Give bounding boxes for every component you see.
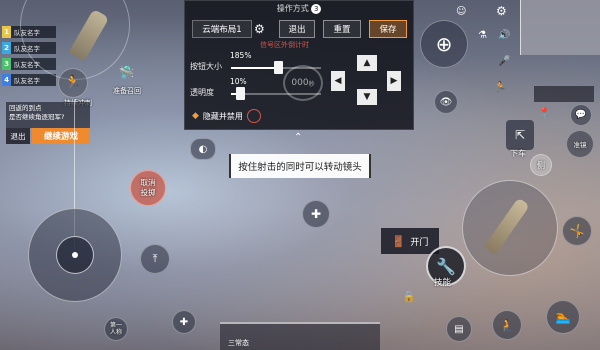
crouch-icon: 🧎 — [499, 318, 515, 332]
gear-icon[interactable]: ⚙ — [496, 4, 507, 18]
team-number: 3 — [2, 58, 11, 70]
first-person-label: 第一 人称 — [109, 321, 122, 336]
prone-button[interactable]: 🤸 — [562, 216, 592, 246]
continue-game-button[interactable]: 继续游戏 — [32, 128, 90, 144]
move-left-button[interactable]: ◀ — [331, 71, 345, 91]
size-slider-thumb[interactable] — [274, 61, 283, 74]
arrow-up-icon: ▲ — [363, 58, 371, 68]
timer-digits: 000 — [291, 78, 309, 88]
timer-unit: 秒 — [308, 80, 315, 88]
chevron-up-icon[interactable]: ⌃ — [294, 132, 302, 143]
arrow-left-icon: ◀ — [334, 76, 342, 86]
panel-step-badge: 3 — [311, 4, 322, 14]
team-name: 队友名字 — [14, 77, 40, 85]
size-label: 按钮大小 — [190, 62, 222, 71]
move-up-button[interactable]: ▲ — [357, 55, 377, 71]
team-number: 4 — [2, 74, 11, 86]
grenade-button[interactable]: ✚ — [172, 310, 196, 334]
team-row: 4 队友名字 — [2, 74, 56, 86]
layout-selector[interactable]: 云端布局1 — [192, 20, 252, 38]
eye-icon: 👁 — [439, 96, 453, 108]
microphone-icon[interactable]: 🎤 — [498, 56, 510, 67]
speaker-icon[interactable]: 🔊 — [498, 30, 510, 41]
opacity-value: 10% — [230, 77, 247, 86]
hide-disable-toggle[interactable]: ◆ 隐藏并禁用 — [192, 109, 261, 123]
move-right-button[interactable]: ▶ — [387, 71, 401, 91]
throwable-icon: ◐ — [198, 143, 208, 155]
control-settings-panel: 操作方式 3 云端布局1 ⚙ 退出 重置 保存 信号区外倒计时 185% 按钮大… — [184, 0, 414, 130]
get-off-label: 下车 — [510, 149, 526, 158]
sprint-button[interactable]: 🏃 — [58, 68, 88, 98]
panel-title-text: 操作方式 — [276, 4, 309, 13]
size-slider-fill — [231, 67, 278, 69]
running-man-icon: 🏃 — [64, 75, 82, 91]
skill-label: 技能 — [434, 278, 452, 288]
plus-icon: ✚ — [310, 207, 322, 221]
team-number: 2 — [2, 42, 11, 54]
reset-button[interactable]: 重置 — [323, 20, 361, 38]
panel-exit-button[interactable]: 退出 — [279, 20, 315, 38]
door-exit-icon: ⇱ — [514, 128, 526, 142]
prone-action-button[interactable]: 🏊 — [546, 300, 580, 334]
save-button[interactable]: 保存 — [369, 20, 407, 38]
crouch-button[interactable]: ⤒ — [140, 244, 170, 274]
cancel-throw-label: 取消 投掷 — [140, 178, 156, 197]
location-pin-icon[interactable]: 📍 — [538, 108, 550, 119]
move-down-button[interactable]: ▼ — [357, 89, 377, 105]
crouch-action-button[interactable]: 🧎 — [492, 310, 522, 340]
signal-hint: 信号区外倒计时 — [260, 41, 309, 49]
opacity-label: 透明度 — [190, 88, 214, 97]
side-button[interactable]: 侧 — [530, 154, 552, 176]
heal-button[interactable]: ✚ — [302, 200, 330, 228]
joystick-center-dot — [72, 252, 78, 258]
hide-disable-label: 隐藏并禁用 — [202, 111, 243, 121]
throwable-button[interactable]: ◐ — [190, 138, 216, 160]
drone-icon[interactable]: 🛸 — [118, 66, 134, 81]
scope-button[interactable]: 准镜 — [566, 130, 594, 158]
exit-button[interactable]: 退出 — [6, 128, 30, 144]
chat-icon: 💬 — [575, 110, 587, 120]
side-label: 侧 — [537, 160, 545, 170]
extinguisher-icon[interactable]: ⚗ — [478, 30, 487, 41]
gear-icon[interactable]: ⚙ — [254, 22, 265, 36]
arrow-down-icon: ▼ — [363, 92, 371, 102]
panel-title: 操作方式 3 — [185, 3, 413, 14]
reload-button[interactable]: ▤ — [446, 316, 472, 342]
crouch-icon: ⤒ — [152, 252, 158, 265]
cancel-throw-button[interactable]: 取消 投掷 — [130, 170, 166, 206]
team-number: 1 — [2, 26, 11, 38]
diamond-icon: ◆ — [192, 111, 199, 121]
lock-icon[interactable]: 🔒 — [402, 290, 416, 303]
chat-button[interactable]: 💬 — [570, 104, 592, 126]
grenade-icon: ✚ — [179, 316, 189, 328]
timer-display: 000 秒 — [283, 65, 323, 101]
weapon-bar: 三常态 — [220, 322, 380, 350]
peek-eye-button[interactable]: 👁 — [434, 90, 458, 114]
open-door-label: 开门 — [410, 237, 429, 248]
get-off-button[interactable]: ⇱ — [506, 120, 534, 150]
opacity-slider-thumb[interactable] — [236, 87, 245, 100]
emoji-icon[interactable]: ☺ — [456, 6, 466, 17]
arrow-right-icon: ▶ — [390, 76, 398, 86]
call-vehicle-label: 准备召回 — [113, 87, 141, 95]
health-bar — [534, 86, 594, 102]
return-prompt: 回返的到点 是否继续角逐冠军? — [6, 102, 90, 128]
fire-scope-button[interactable]: ⊕ — [420, 20, 468, 68]
scope-label: 准镜 — [573, 141, 587, 149]
door-icon: 🚪 — [391, 234, 406, 248]
wrench-icon: 🔧 — [436, 256, 456, 276]
run-icon[interactable]: 🏃 — [494, 82, 506, 93]
status-label: 三常态 — [228, 339, 249, 347]
ammo-icon: ▤ — [454, 323, 464, 335]
size-value: 185% — [230, 51, 252, 60]
first-person-button[interactable]: 第一 人称 — [104, 317, 128, 341]
disabled-icon — [246, 109, 261, 123]
crosshair-icon: ⊕ — [435, 32, 453, 56]
lean-icon: 🤸 — [569, 224, 585, 238]
prone-icon: 🏊 — [555, 310, 571, 324]
minimap[interactable] — [520, 0, 600, 55]
open-door-button[interactable]: 🚪 开门 — [381, 228, 439, 254]
hint-tooltip: 按住射击的同时可以转动镜头 — [229, 154, 371, 178]
